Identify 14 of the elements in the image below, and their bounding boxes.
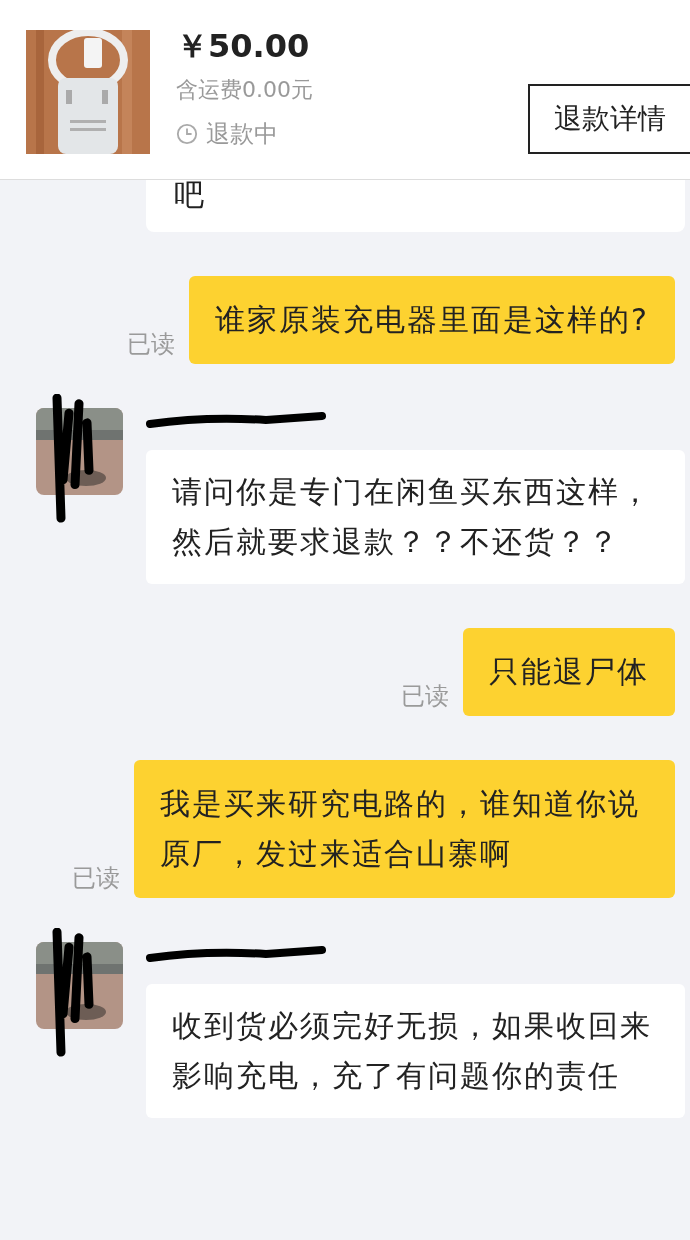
- refund-details-button[interactable]: 退款详情: [528, 84, 690, 154]
- message-bubble: 吧: [146, 180, 685, 232]
- message-bubble: 请问你是专门在闲鱼买东西这样，然后就要求退款？？不还货？？: [146, 450, 685, 584]
- shipping-fee: 含运费0.00元: [176, 76, 313, 104]
- message-bubble: 只能退尸体: [463, 628, 675, 716]
- read-receipt: 已读: [127, 329, 176, 360]
- price: ￥50.00: [176, 28, 311, 64]
- refund-status: 退款中: [206, 119, 278, 150]
- read-receipt: 已读: [72, 863, 120, 894]
- read-receipt: 已读: [401, 681, 449, 712]
- message-bubble: 我是买来研究电路的，谁知道你说原厂，发过来适合山寨啊: [134, 760, 675, 898]
- message-bubble: 收到货必须完好无损，如果收回来影响充电，充了有问题你的责任: [146, 984, 685, 1118]
- message-bubble: 谁家原装充电器里面是这样的?: [189, 276, 675, 364]
- clock-icon: [176, 123, 198, 145]
